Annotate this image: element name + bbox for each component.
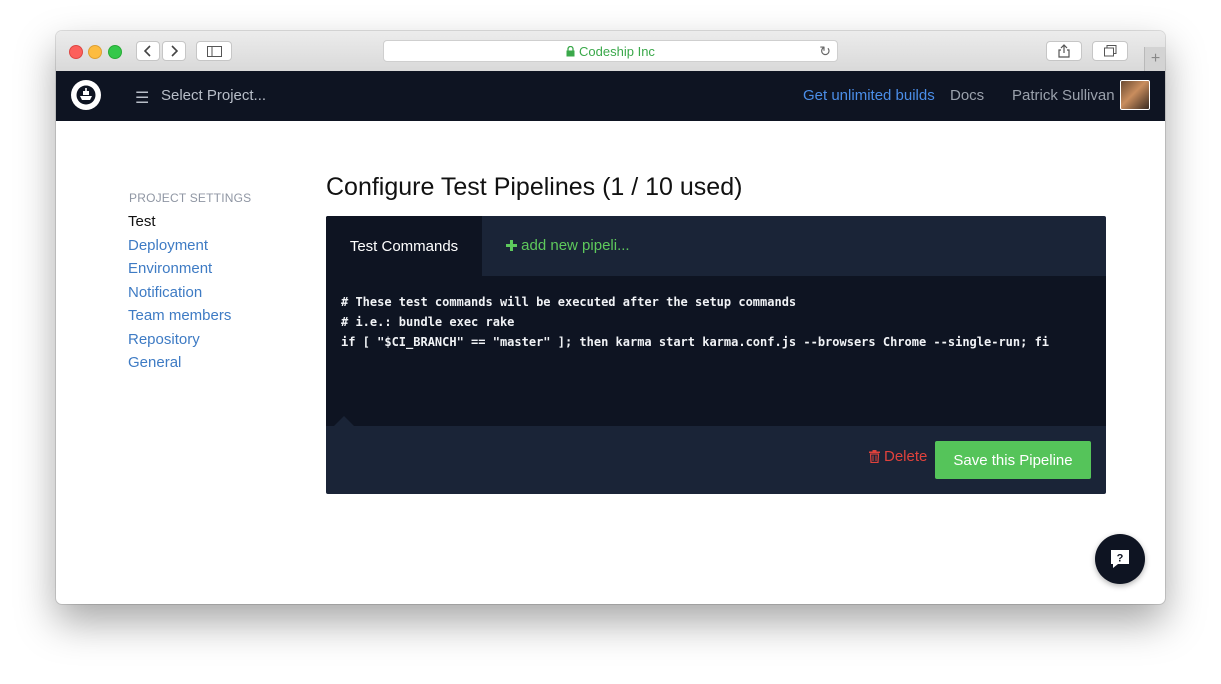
sidebar-heading: PROJECT SETTINGS xyxy=(129,191,252,205)
code-line: # i.e.: bundle exec rake xyxy=(341,315,515,329)
trash-icon xyxy=(869,450,880,463)
sidebar-icon xyxy=(206,45,222,57)
delete-label: Delete xyxy=(884,448,928,465)
sidebar-item-repository[interactable]: Repository xyxy=(128,329,251,353)
chevron-left-icon xyxy=(144,45,151,57)
sidebar-item-environment[interactable]: Environment xyxy=(128,258,251,282)
menu-icon[interactable]: ☰ xyxy=(135,88,149,108)
browser-toolbar: Codeship Inc ↻ + xyxy=(56,31,1165,72)
project-settings-sidebar: PROJECT SETTINGS Test Deployment Environ… xyxy=(128,191,251,376)
tab-test-commands[interactable]: Test Commands xyxy=(326,216,482,276)
chat-help-icon: ? xyxy=(1111,550,1129,568)
browser-window: Codeship Inc ↻ + ☰ Select Project... Get… xyxy=(56,31,1165,604)
sidebar-item-test[interactable]: Test xyxy=(128,211,251,235)
add-pipeline-tab[interactable]: add new pipeli... xyxy=(506,237,630,254)
code-line: if [ "$CI_BRANCH" == "master" ]; then ka… xyxy=(341,335,1050,349)
chevron-right-icon xyxy=(171,45,178,57)
add-pipeline-label: add new pipeli... xyxy=(521,237,630,254)
ship-logo-icon xyxy=(76,85,96,105)
tabs-icon xyxy=(1103,45,1116,57)
pipeline-panel: Test Commands add new pipeli... # These … xyxy=(326,216,1106,494)
delete-button[interactable]: Delete xyxy=(869,448,927,465)
zoom-window-button[interactable] xyxy=(108,45,122,59)
minimize-window-button[interactable] xyxy=(88,45,102,59)
forward-button[interactable] xyxy=(162,41,186,61)
svg-text:?: ? xyxy=(1117,553,1124,565)
sidebar-item-notification[interactable]: Notification xyxy=(128,282,251,306)
reload-icon[interactable]: ↻ xyxy=(819,43,831,60)
sidebar-item-deployment[interactable]: Deployment xyxy=(128,235,251,259)
page-title: Configure Test Pipelines (1 / 10 used) xyxy=(326,173,743,201)
app-navbar: ☰ Select Project... Get unlimited builds… xyxy=(56,71,1165,121)
close-window-button[interactable] xyxy=(69,45,83,59)
project-selector[interactable]: Select Project... xyxy=(161,87,266,104)
sidebar-toggle-button[interactable] xyxy=(196,41,232,61)
sidebar-item-team-members[interactable]: Team members xyxy=(128,305,251,329)
url-text: Codeship Inc xyxy=(579,43,655,59)
get-unlimited-builds-link[interactable]: Get unlimited builds xyxy=(803,87,935,104)
user-menu[interactable]: Patrick Sullivan xyxy=(1012,87,1115,104)
code-line: # These test commands will be executed a… xyxy=(341,295,797,309)
help-chat-button[interactable]: ? xyxy=(1095,534,1145,584)
tabs-overview-button[interactable] xyxy=(1092,41,1128,61)
test-commands-editor[interactable]: # These test commands will be executed a… xyxy=(326,276,1106,426)
back-button[interactable] xyxy=(136,41,160,61)
new-tab-button[interactable]: + xyxy=(1144,47,1165,71)
plus-icon xyxy=(506,240,517,251)
address-bar[interactable]: Codeship Inc ↻ xyxy=(383,40,838,62)
share-icon xyxy=(1058,44,1070,58)
editor-notch xyxy=(334,416,354,426)
codeship-logo[interactable] xyxy=(71,80,101,110)
docs-link[interactable]: Docs xyxy=(950,87,984,104)
sidebar-item-general[interactable]: General xyxy=(128,352,251,376)
lock-icon xyxy=(566,45,575,56)
save-pipeline-button[interactable]: Save this Pipeline xyxy=(935,441,1091,479)
avatar[interactable] xyxy=(1120,80,1150,110)
share-button[interactable] xyxy=(1046,41,1082,61)
